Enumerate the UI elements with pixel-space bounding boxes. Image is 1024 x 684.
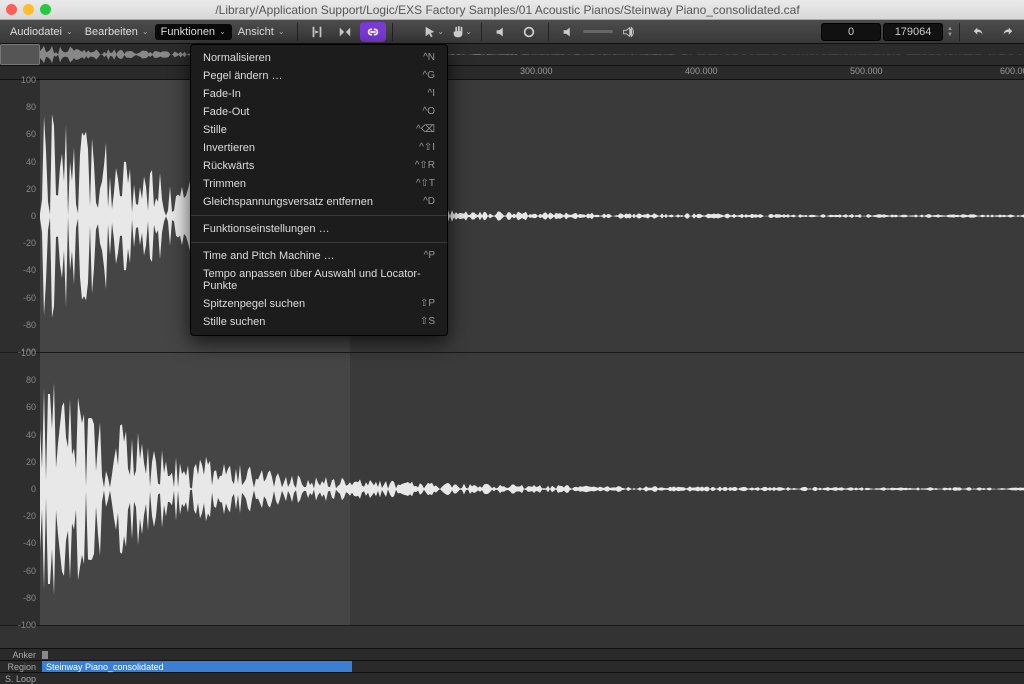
- menu-item-r-ckw-rts[interactable]: Rückwärts^⇧R: [191, 157, 447, 175]
- y-tick: -40: [23, 538, 36, 548]
- menu-item-stille[interactable]: Stille^⌫: [191, 121, 447, 139]
- y-tick: -60: [23, 566, 36, 576]
- anker-marker-icon[interactable]: [42, 651, 48, 659]
- y-tick: 40: [26, 430, 36, 440]
- menu-item-time-and-pitch-machine-[interactable]: Time and Pitch Machine …^P: [191, 247, 447, 265]
- y-tick: -100: [18, 620, 36, 630]
- link-icon[interactable]: [360, 22, 386, 42]
- waveform-left[interactable]: [40, 80, 1024, 352]
- bottom-bar: Anker Region Steinway Piano_consolidated…: [0, 648, 1024, 684]
- stepper-icon[interactable]: ▲▼: [947, 26, 953, 38]
- region-track[interactable]: Steinway Piano_consolidated: [40, 661, 1024, 672]
- menu-item-pegel-ndern-[interactable]: Pegel ändern …^G: [191, 67, 447, 85]
- toolbar: Audiodatei⌄Bearbeiten⌄Funktionen⌄Ansicht…: [0, 20, 1024, 44]
- redo-icon[interactable]: [994, 22, 1020, 42]
- sloop-label: S. Loop: [0, 673, 40, 684]
- y-tick: 100: [21, 348, 36, 358]
- menu-funktionen[interactable]: Funktionen⌄: [155, 24, 232, 40]
- playhead-tool-icon[interactable]: [304, 22, 330, 42]
- region-row: Region Steinway Piano_consolidated: [0, 660, 1024, 672]
- undo-icon[interactable]: [966, 22, 992, 42]
- funktionen-dropdown: Normalisieren^NPegel ändern …^GFade-In^I…: [190, 44, 448, 336]
- waveform-right[interactable]: [40, 353, 1024, 625]
- menu-item-spitzenpegel-suchen[interactable]: Spitzenpegel suchen⇧P: [191, 295, 447, 313]
- y-axis-left: 100806040200-20-40-60-80-100: [0, 80, 40, 352]
- menu-item-tempo-anpassen-ber-auswahl-und-locator-punkte[interactable]: Tempo anpassen über Auswahl und Locator-…: [191, 265, 447, 295]
- y-tick: -20: [23, 238, 36, 248]
- y-tick: -40: [23, 265, 36, 275]
- y-tick: 20: [26, 184, 36, 194]
- menu-item-fade-in[interactable]: Fade-In^I: [191, 85, 447, 103]
- time-ruler[interactable]: 300.000 400.000 500.000 600.000: [0, 66, 1024, 80]
- cycle-icon[interactable]: [516, 22, 542, 42]
- menu-item-stille-suchen[interactable]: Stille suchen⇧S: [191, 313, 447, 331]
- y-tick: 60: [26, 129, 36, 139]
- volume-max-icon[interactable]: [615, 22, 641, 42]
- snap-tool-icon[interactable]: [332, 22, 358, 42]
- y-tick: 60: [26, 402, 36, 412]
- y-tick: 80: [26, 375, 36, 385]
- menu-item-gleichspannungsversatz-entfernen[interactable]: Gleichspannungsversatz entfernen^D: [191, 193, 447, 211]
- window-title: /Library/Application Support/Logic/EXS F…: [0, 3, 1018, 17]
- menu-item-invertieren[interactable]: Invertieren^⇧I: [191, 139, 447, 157]
- menu-item-funktionseinstellungen-[interactable]: Funktionseinstellungen …: [191, 220, 447, 238]
- menu-item-normalisieren[interactable]: Normalisieren^N: [191, 49, 447, 67]
- hand-tool-icon[interactable]: ⌄: [449, 22, 475, 42]
- anker-row: Anker: [0, 648, 1024, 660]
- region-label: Region: [0, 661, 40, 672]
- region-bar[interactable]: Steinway Piano_consolidated: [42, 661, 352, 672]
- waveform-area: 100806040200-20-40-60-80-100 10080604020…: [0, 80, 1024, 626]
- y-tick: 0: [31, 484, 36, 494]
- pointer-tool-icon[interactable]: ⌄: [421, 22, 447, 42]
- menu-item-trimmen[interactable]: Trimmen^⇧T: [191, 175, 447, 193]
- sloop-track[interactable]: [40, 673, 1024, 684]
- window-titlebar: /Library/Application Support/Logic/EXS F…: [0, 0, 1024, 20]
- y-tick: 20: [26, 457, 36, 467]
- menu-bearbeiten[interactable]: Bearbeiten⌄: [79, 24, 155, 40]
- sloop-row: S. Loop: [0, 672, 1024, 684]
- menu-item-fade-out[interactable]: Fade-Out^O: [191, 103, 447, 121]
- y-tick: -60: [23, 293, 36, 303]
- ruler-tick: 300.000: [520, 66, 553, 76]
- y-tick: -20: [23, 511, 36, 521]
- ruler-tick: 500.000: [850, 66, 883, 76]
- volume-min-icon[interactable]: [555, 22, 581, 42]
- channel-left: 100806040200-20-40-60-80-100: [0, 80, 1024, 353]
- position-a[interactable]: 0: [821, 23, 881, 41]
- y-tick: 80: [26, 102, 36, 112]
- y-tick: -80: [23, 320, 36, 330]
- anker-label: Anker: [0, 649, 40, 660]
- menu-ansicht[interactable]: Ansicht⌄: [232, 24, 291, 40]
- y-tick: -80: [23, 593, 36, 603]
- y-axis-right: 100806040200-20-40-60-80-100: [0, 353, 40, 625]
- overview-strip[interactable]: [0, 44, 1024, 66]
- anker-track[interactable]: [40, 649, 1024, 660]
- ruler-tick: 400.000: [685, 66, 718, 76]
- y-tick: 40: [26, 157, 36, 167]
- volume-slider[interactable]: [583, 30, 613, 33]
- y-tick: 100: [21, 75, 36, 85]
- channel-right: 100806040200-20-40-60-80-100: [0, 353, 1024, 626]
- position-b[interactable]: 179064: [883, 23, 943, 41]
- y-tick: 0: [31, 211, 36, 221]
- menu-audiodatei[interactable]: Audiodatei⌄: [4, 24, 79, 40]
- overview-wave: [40, 44, 1024, 65]
- overview-handle[interactable]: [0, 44, 40, 65]
- speaker-icon[interactable]: [488, 22, 514, 42]
- ruler-tick: 600.000: [1000, 66, 1024, 76]
